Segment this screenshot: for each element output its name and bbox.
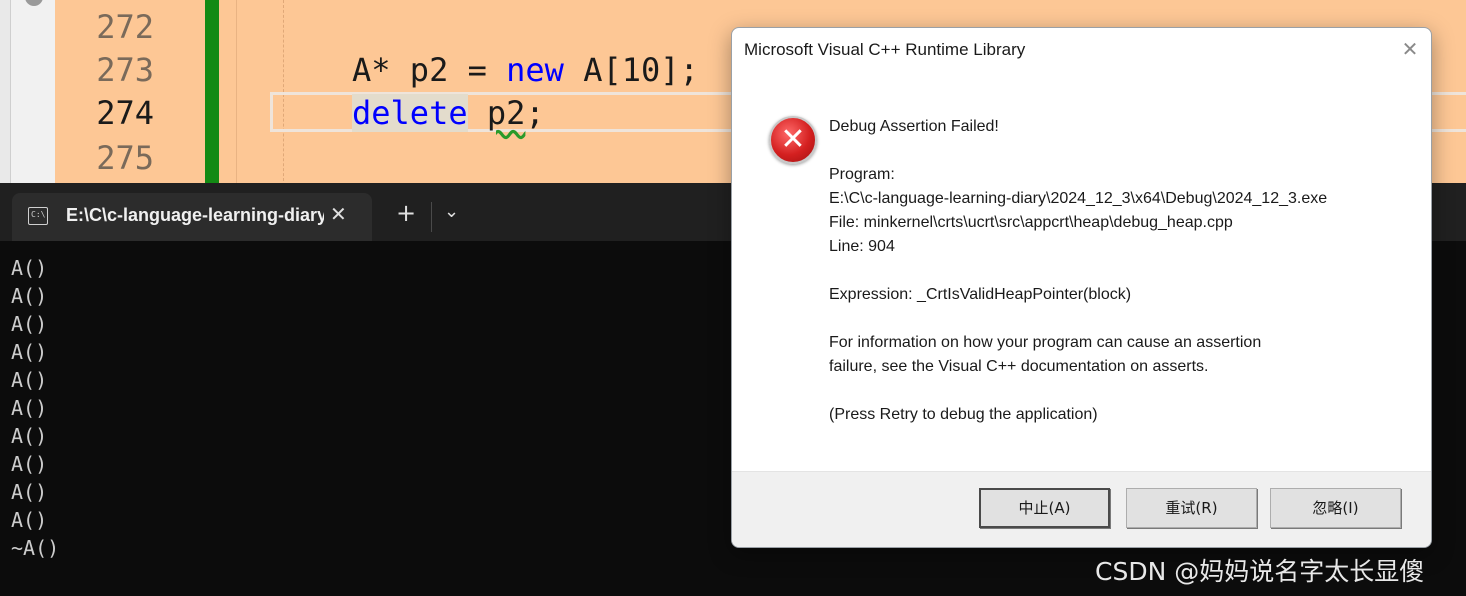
code-line-274[interactable]: delete p2;	[352, 94, 545, 132]
terminal-tab[interactable]: C:\ E:\C\c-language-learning-diary ✕	[12, 193, 372, 241]
program-label: Program:	[829, 166, 895, 183]
output-line: A()	[11, 284, 48, 308]
line-number-current: 274	[96, 94, 154, 132]
dialog-title: Microsoft Visual C++ Runtime Library	[744, 40, 1026, 59]
dialog-button-area: 中止(A) 重试(R) 忽略(I)	[732, 471, 1431, 547]
terminal-tab-title: E:\C\c-language-learning-diary	[66, 205, 324, 225]
output-line: A()	[11, 480, 48, 504]
code-token: p2	[409, 51, 449, 89]
file-line: File: minkernel\crts\ucrt\src\appcrt\hea…	[829, 214, 1233, 231]
new-tab-button[interactable]: +	[396, 201, 416, 225]
keyword-token: delete	[352, 94, 468, 132]
output-line: A()	[11, 452, 48, 476]
line-number-text: Line: 904	[829, 238, 895, 255]
code-token: ;	[525, 94, 545, 132]
program-path: E:\C\c-language-learning-diary\2024_12_3…	[829, 190, 1328, 207]
error-icon: ✕	[769, 116, 817, 164]
output-line: A()	[11, 396, 48, 420]
code-token: A[10];	[583, 51, 699, 89]
close-tab-icon[interactable]: ✕	[330, 202, 347, 226]
output-line: A()	[11, 368, 48, 392]
press-retry-text: (Press Retry to debug the application)	[829, 406, 1098, 423]
line-number: 273	[96, 51, 154, 89]
abort-button[interactable]: 中止(A)	[979, 488, 1110, 528]
output-line: ~A()	[11, 536, 60, 560]
breakpoint-dot	[25, 0, 43, 6]
tab-separator	[431, 202, 432, 232]
output-line: A()	[11, 312, 48, 336]
indent-guide	[236, 0, 237, 186]
code-token: A*	[352, 51, 391, 89]
line-number: 275	[96, 139, 154, 177]
expression-text: Expression: _CrtIsValidHeapPointer(block…	[829, 286, 1132, 303]
close-icon[interactable]: ✕	[1397, 36, 1423, 62]
console-icon: C:\	[28, 207, 48, 225]
editor-left-margin	[0, 0, 10, 186]
change-tracking-bar	[205, 0, 219, 186]
retry-button[interactable]: 重试(R)	[1126, 488, 1257, 528]
code-line-273[interactable]: A* p2 = new A[10];	[352, 51, 699, 89]
keyword-token: new	[506, 51, 564, 89]
line-number: 272	[96, 8, 154, 46]
info-text: failure, see the Visual C++ documentatio…	[829, 358, 1209, 375]
breakpoint-margin[interactable]	[10, 0, 55, 186]
chevron-down-icon[interactable]: ⌄	[444, 201, 459, 222]
output-line: A()	[11, 340, 48, 364]
info-text: For information on how your program can …	[829, 334, 1262, 351]
dialog-heading: Debug Assertion Failed!	[829, 118, 999, 135]
warning-squiggle-token[interactable]: p2	[487, 94, 526, 132]
output-line: A()	[11, 508, 48, 532]
code-token: =	[467, 51, 487, 89]
ignore-button[interactable]: 忽略(I)	[1270, 488, 1401, 528]
output-line: A()	[11, 424, 48, 448]
assertion-dialog: Microsoft Visual C++ Runtime Library ✕ ✕…	[731, 27, 1432, 548]
watermark: CSDN @妈妈说名字太长显傻	[1095, 557, 1425, 586]
output-line: A()	[11, 256, 48, 280]
